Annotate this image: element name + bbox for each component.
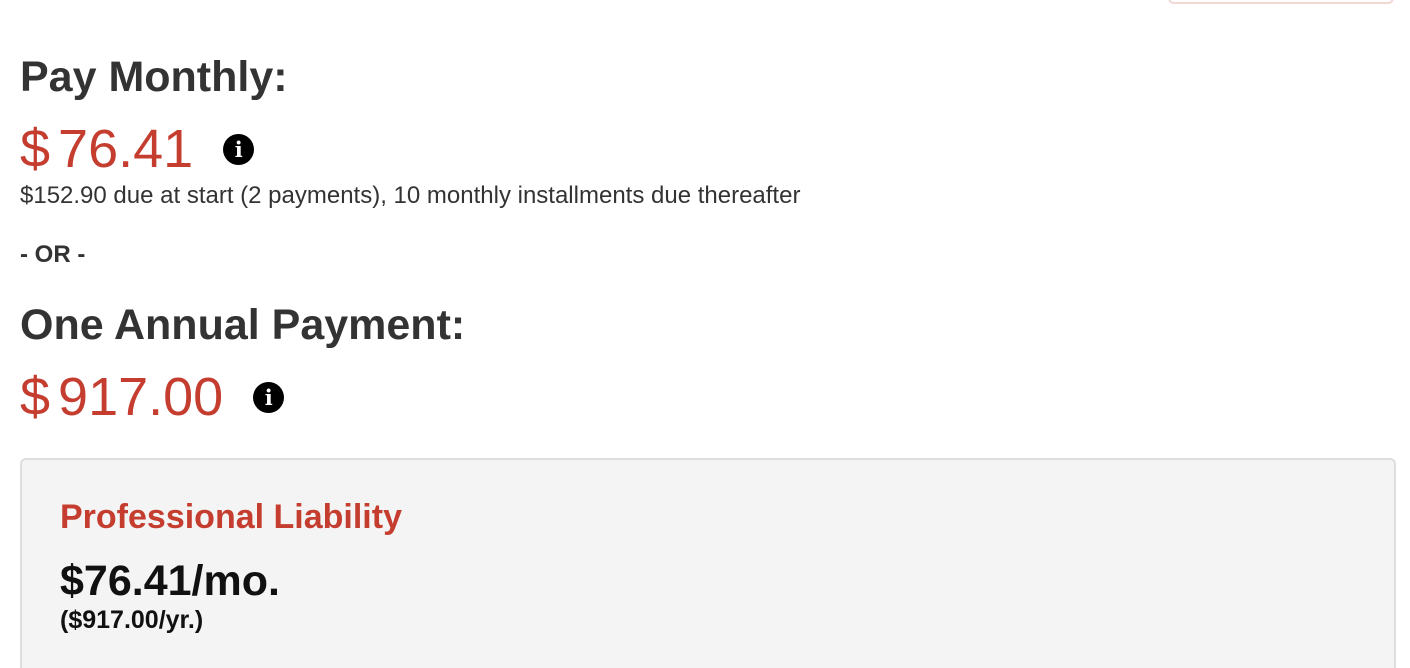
monthly-currency-symbol: $ — [20, 119, 51, 179]
coverage-yearly-price: ($917.00/yr.) — [60, 606, 204, 634]
pay-monthly-heading: Pay Monthly: — [20, 53, 288, 101]
info-icon[interactable]: i — [253, 381, 285, 413]
annual-price-row: $ 917.00 i — [20, 370, 285, 424]
monthly-price-row: $ 76.41 i — [20, 122, 255, 176]
annual-currency-symbol: $ — [20, 367, 51, 427]
or-separator: - OR - — [20, 241, 86, 268]
pricing-page: Pay Monthly: $ 76.41 i $152.90 due at st… — [0, 0, 1410, 668]
monthly-amount: 76.41 — [58, 119, 194, 179]
coverage-title: Professional Liability — [60, 498, 402, 536]
annual-price: $ 917.00 — [20, 370, 223, 424]
top-action-box[interactable] — [1168, 0, 1394, 4]
coverage-monthly-price: $76.41/mo. — [60, 557, 280, 605]
info-icon[interactable]: i — [223, 133, 255, 165]
coverage-summary-card: Professional Liability $76.41/mo. ($917.… — [20, 458, 1396, 668]
monthly-payment-detail: $152.90 due at start (2 payments), 10 mo… — [20, 182, 801, 209]
annual-payment-heading: One Annual Payment: — [20, 301, 466, 349]
annual-amount: 917.00 — [58, 367, 224, 427]
monthly-price: $ 76.41 — [20, 122, 193, 176]
